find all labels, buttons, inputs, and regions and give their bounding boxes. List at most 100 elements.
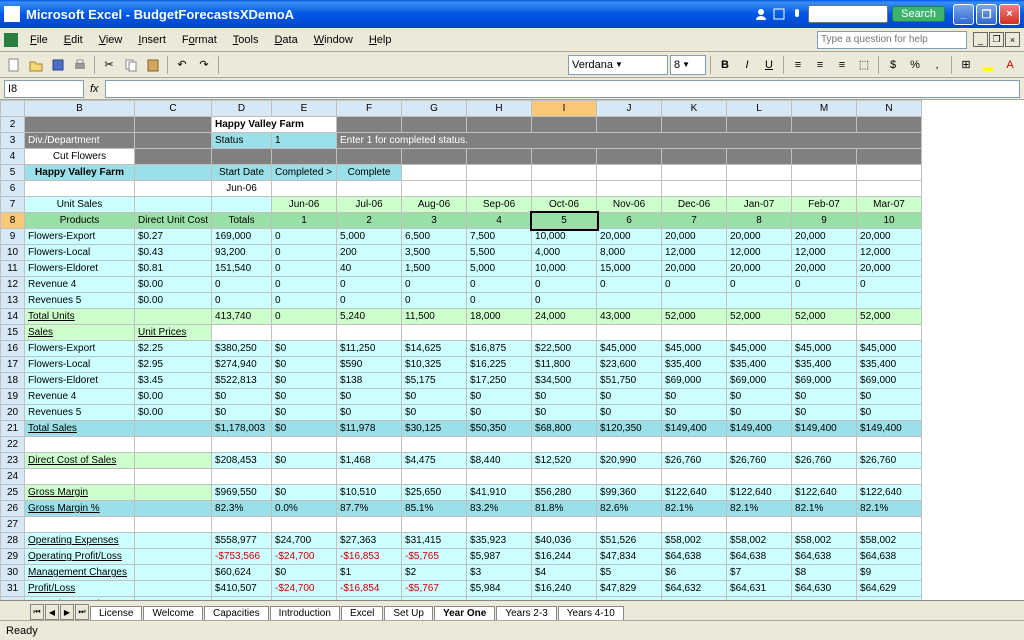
cell[interactable]: 0 (597, 277, 662, 293)
bold-button[interactable]: B (715, 55, 735, 75)
cell[interactable]: $120,350 (597, 421, 662, 437)
cell[interactable] (792, 437, 857, 453)
cell[interactable]: $0.43 (135, 245, 212, 261)
sheet[interactable]: BCDEFGHIJKLMN2Happy Valley Farm3Div./Dep… (0, 100, 1024, 600)
cell[interactable]: Sales (25, 325, 135, 341)
cell[interactable]: 169,000 (212, 229, 272, 245)
cell[interactable]: 82.6% (597, 501, 662, 517)
cell[interactable] (467, 437, 532, 453)
cell[interactable]: 8 (727, 213, 792, 229)
cell[interactable] (272, 437, 337, 453)
cell[interactable]: 0 (212, 277, 272, 293)
cell[interactable]: $12,520 (532, 453, 597, 469)
cell[interactable]: 2 (337, 213, 402, 229)
cell[interactable]: $69,000 (727, 373, 792, 389)
open-button[interactable] (26, 55, 46, 75)
cell[interactable] (402, 325, 467, 341)
cell[interactable] (532, 149, 597, 165)
cell[interactable]: $58,002 (727, 533, 792, 549)
cell[interactable] (212, 517, 272, 533)
cell[interactable] (467, 117, 532, 133)
cell[interactable] (337, 517, 402, 533)
cell[interactable]: $0 (467, 389, 532, 405)
cell[interactable]: Start Date (212, 165, 272, 181)
close-button[interactable]: × (999, 4, 1020, 25)
help-input[interactable] (817, 31, 967, 49)
cell[interactable]: Completed > (272, 165, 337, 181)
cell[interactable]: 5,500 (467, 245, 532, 261)
cell[interactable]: $5,984 (467, 581, 532, 597)
cell[interactable]: 0 (272, 277, 337, 293)
cell[interactable]: $26,760 (727, 453, 792, 469)
row-header[interactable]: 24 (1, 469, 25, 485)
cell[interactable] (402, 149, 467, 165)
cell[interactable]: 200 (337, 245, 402, 261)
cell[interactable]: $7 (727, 565, 792, 581)
cell[interactable]: 0 (337, 277, 402, 293)
cell[interactable]: $2.25 (135, 341, 212, 357)
row-header[interactable]: 27 (1, 517, 25, 533)
cell[interactable]: 3,500 (402, 245, 467, 261)
cell[interactable]: $0.00 (135, 293, 212, 309)
cell[interactable] (792, 149, 857, 165)
cell[interactable]: 0 (272, 309, 337, 325)
underline-button[interactable]: U (759, 55, 779, 75)
cell[interactable]: $0 (597, 405, 662, 421)
cell[interactable]: -$5,767 (402, 581, 467, 597)
cell[interactable] (337, 181, 402, 197)
cell[interactable]: $26,760 (662, 453, 727, 469)
cell[interactable]: $69,000 (792, 373, 857, 389)
cell[interactable]: Total Sales (25, 421, 135, 437)
cell[interactable]: $274,940 (212, 357, 272, 373)
cell[interactable]: $41,910 (467, 485, 532, 501)
cell[interactable]: $40,036 (532, 533, 597, 549)
cell[interactable]: $558,977 (212, 533, 272, 549)
cell[interactable]: Direct Unit Cost (135, 213, 212, 229)
cell[interactable]: Operating Profit/Loss (25, 549, 135, 565)
cell[interactable]: $522,813 (212, 373, 272, 389)
cell[interactable]: 413,740 (212, 309, 272, 325)
cell[interactable]: 4,000 (532, 245, 597, 261)
cell[interactable]: $0 (402, 405, 467, 421)
cell[interactable]: 82.1% (662, 501, 727, 517)
col-header[interactable]: H (467, 101, 532, 117)
copy-button[interactable] (121, 55, 141, 75)
cell[interactable]: 20,000 (792, 229, 857, 245)
cell[interactable]: $58,002 (857, 533, 922, 549)
cell[interactable]: Direct Cost of Sales (25, 453, 135, 469)
cell[interactable] (792, 181, 857, 197)
cell[interactable]: 82.3% (212, 501, 272, 517)
col-header[interactable]: C (135, 101, 212, 117)
cell[interactable] (597, 437, 662, 453)
cell[interactable] (792, 165, 857, 181)
cell[interactable]: Flowers-Eldoret (25, 373, 135, 389)
cell[interactable]: Jun-06 (272, 197, 337, 213)
cell[interactable]: Sep-06 (467, 197, 532, 213)
cell[interactable] (402, 437, 467, 453)
cell[interactable] (135, 581, 212, 597)
cell[interactable]: $64,629 (857, 581, 922, 597)
cell[interactable] (337, 437, 402, 453)
cell[interactable]: 0 (727, 277, 792, 293)
cell[interactable]: $14,625 (402, 341, 467, 357)
cell[interactable]: $0.00 (135, 389, 212, 405)
cell[interactable] (135, 597, 212, 601)
cell[interactable]: 87.7% (337, 501, 402, 517)
cell[interactable] (402, 117, 467, 133)
cell[interactable] (532, 181, 597, 197)
cell[interactable]: $0 (337, 389, 402, 405)
cell[interactable]: Mar-07 (857, 197, 922, 213)
cell[interactable]: $51,750 (597, 373, 662, 389)
cell[interactable]: -19.14% (402, 597, 467, 601)
cell[interactable]: $0 (272, 421, 337, 437)
cell[interactable]: Revenues 5 (25, 405, 135, 421)
menu-help[interactable]: Help (361, 32, 400, 48)
menu-edit[interactable]: Edit (56, 32, 91, 48)
col-header[interactable]: M (792, 101, 857, 117)
cell[interactable] (857, 117, 922, 133)
cell[interactable] (135, 133, 212, 149)
cell[interactable]: Jan-07 (727, 197, 792, 213)
cell[interactable] (467, 181, 532, 197)
cell[interactable]: $8,440 (467, 453, 532, 469)
cell[interactable]: Operating Margin % (25, 597, 135, 601)
